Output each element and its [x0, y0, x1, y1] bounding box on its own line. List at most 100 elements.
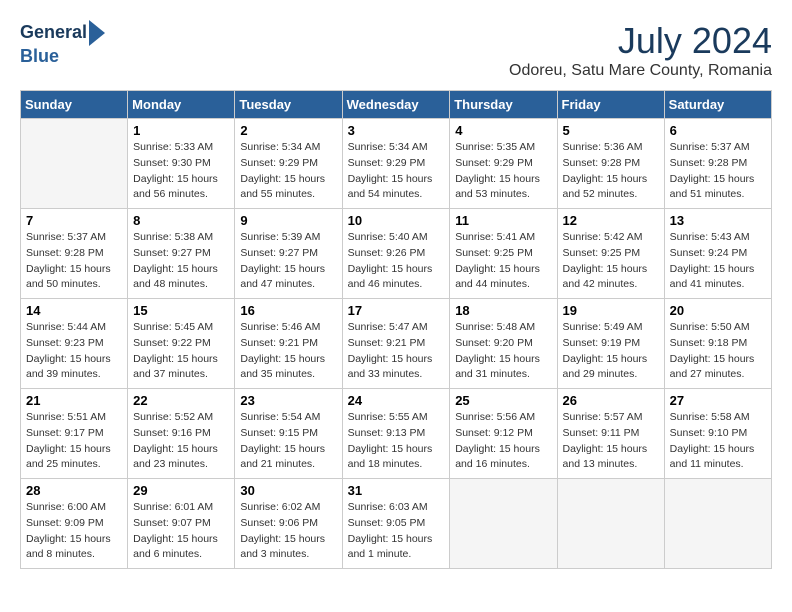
logo: General Blue — [20, 20, 111, 67]
calendar-cell: 8 Sunrise: 5:38 AM Sunset: 9:27 PM Daylig… — [128, 209, 235, 299]
day-info: Sunrise: 5:49 AM Sunset: 9:19 PM Dayligh… — [563, 320, 659, 383]
day-info: Sunrise: 5:35 AM Sunset: 9:29 PM Dayligh… — [455, 140, 551, 203]
calendar-cell: 22 Sunrise: 5:52 AM Sunset: 9:16 PM Dayli… — [128, 389, 235, 479]
calendar-cell: 25Sunrise: 5:56 AM Sunset: 9:12 PM Dayli… — [450, 389, 557, 479]
logo-line2: Blue — [20, 46, 111, 67]
calendar-week-row: 7 Sunrise: 5:37 AM Sunset: 9:28 PM Daylig… — [21, 209, 772, 299]
calendar-col-header: Sunday — [21, 91, 128, 119]
page-header: General Blue July 2024 Odoreu, Satu Mare… — [20, 20, 772, 80]
day-number: 20 — [670, 303, 766, 318]
calendar-week-row: 14 Sunrise: 5:44 AM Sunset: 9:23 PM Dayli… — [21, 299, 772, 389]
logo-text: General — [20, 20, 111, 46]
day-number: 7 — [26, 213, 122, 228]
calendar-cell: 18 Sunrise: 5:48 AM Sunset: 9:20 PM Dayli… — [450, 299, 557, 389]
calendar-cell: 24 Sunrise: 5:55 AM Sunset: 9:13 PM Dayli… — [342, 389, 450, 479]
location: Odoreu, Satu Mare County, Romania — [509, 62, 772, 80]
calendar-header-row: SundayMondayTuesdayWednesdayThursdayFrid… — [21, 91, 772, 119]
day-info: Sunrise: 5:50 AM Sunset: 9:18 PM Dayligh… — [670, 320, 766, 383]
day-number: 22 — [133, 393, 229, 408]
day-number: 14 — [26, 303, 122, 318]
day-info: Sunrise: 5:40 AM Sunset: 9:26 PM Dayligh… — [348, 230, 445, 293]
day-number: 9 — [240, 213, 336, 228]
day-number: 11 — [455, 213, 551, 228]
day-number: 23 — [240, 393, 336, 408]
calendar-cell: 15Sunrise: 5:45 AM Sunset: 9:22 PM Dayli… — [128, 299, 235, 389]
day-info: Sunrise: 5:44 AM Sunset: 9:23 PM Dayligh… — [26, 320, 122, 383]
calendar-col-header: Wednesday — [342, 91, 450, 119]
calendar-table: SundayMondayTuesdayWednesdayThursdayFrid… — [20, 90, 772, 569]
day-number: 2 — [240, 123, 336, 138]
calendar-week-row: 1 Sunrise: 5:33 AM Sunset: 9:30 PM Daylig… — [21, 119, 772, 209]
calendar-col-header: Friday — [557, 91, 664, 119]
day-number: 8 — [133, 213, 229, 228]
calendar-cell: 16 Sunrise: 5:46 AM Sunset: 9:21 PM Dayli… — [235, 299, 342, 389]
calendar-col-header: Thursday — [450, 91, 557, 119]
calendar-cell: 20 Sunrise: 5:50 AM Sunset: 9:18 PM Dayli… — [664, 299, 771, 389]
day-info: Sunrise: 6:03 AM Sunset: 9:05 PM Dayligh… — [348, 500, 445, 563]
day-number: 12 — [563, 213, 659, 228]
day-info: Sunrise: 6:01 AM Sunset: 9:07 PM Dayligh… — [133, 500, 229, 563]
calendar-cell: 31 Sunrise: 6:03 AM Sunset: 9:05 PM Dayli… — [342, 479, 450, 569]
day-info: Sunrise: 5:47 AM Sunset: 9:21 PM Dayligh… — [348, 320, 445, 383]
calendar-cell: 23 Sunrise: 5:54 AM Sunset: 9:15 PM Dayli… — [235, 389, 342, 479]
day-info: Sunrise: 5:43 AM Sunset: 9:24 PM Dayligh… — [670, 230, 766, 293]
day-info: Sunrise: 5:48 AM Sunset: 9:20 PM Dayligh… — [455, 320, 551, 383]
day-info: Sunrise: 5:46 AM Sunset: 9:21 PM Dayligh… — [240, 320, 336, 383]
day-info: Sunrise: 5:58 AM Sunset: 9:10 PM Dayligh… — [670, 410, 766, 473]
calendar-cell: 11 Sunrise: 5:41 AM Sunset: 9:25 PM Dayli… — [450, 209, 557, 299]
calendar-col-header: Monday — [128, 91, 235, 119]
calendar-cell: 7 Sunrise: 5:37 AM Sunset: 9:28 PM Daylig… — [21, 209, 128, 299]
calendar-cell: 21Sunrise: 5:51 AM Sunset: 9:17 PM Dayli… — [21, 389, 128, 479]
day-info: Sunrise: 5:52 AM Sunset: 9:16 PM Dayligh… — [133, 410, 229, 473]
day-info: Sunrise: 5:39 AM Sunset: 9:27 PM Dayligh… — [240, 230, 336, 293]
day-info: Sunrise: 5:33 AM Sunset: 9:30 PM Dayligh… — [133, 140, 229, 203]
day-info: Sunrise: 5:54 AM Sunset: 9:15 PM Dayligh… — [240, 410, 336, 473]
day-number: 24 — [348, 393, 445, 408]
day-info: Sunrise: 5:55 AM Sunset: 9:13 PM Dayligh… — [348, 410, 445, 473]
day-number: 31 — [348, 483, 445, 498]
calendar-cell: 30Sunrise: 6:02 AM Sunset: 9:06 PM Dayli… — [235, 479, 342, 569]
day-info: Sunrise: 5:38 AM Sunset: 9:27 PM Dayligh… — [133, 230, 229, 293]
day-number: 4 — [455, 123, 551, 138]
calendar-cell: 3 Sunrise: 5:34 AM Sunset: 9:29 PM Daylig… — [342, 119, 450, 209]
day-number: 27 — [670, 393, 766, 408]
calendar-cell: 28 Sunrise: 6:00 AM Sunset: 9:09 PM Dayli… — [21, 479, 128, 569]
calendar-cell: 13 Sunrise: 5:43 AM Sunset: 9:24 PM Dayli… — [664, 209, 771, 299]
calendar-cell — [664, 479, 771, 569]
day-info: Sunrise: 6:00 AM Sunset: 9:09 PM Dayligh… — [26, 500, 122, 563]
calendar-week-row: 21Sunrise: 5:51 AM Sunset: 9:17 PM Dayli… — [21, 389, 772, 479]
calendar-cell: 17 Sunrise: 5:47 AM Sunset: 9:21 PM Dayli… — [342, 299, 450, 389]
day-number: 3 — [348, 123, 445, 138]
day-number: 29 — [133, 483, 229, 498]
day-number: 1 — [133, 123, 229, 138]
day-info: Sunrise: 5:37 AM Sunset: 9:28 PM Dayligh… — [26, 230, 122, 293]
day-number: 6 — [670, 123, 766, 138]
day-number: 28 — [26, 483, 122, 498]
day-number: 26 — [563, 393, 659, 408]
calendar-cell: 19 Sunrise: 5:49 AM Sunset: 9:19 PM Dayli… — [557, 299, 664, 389]
day-info: Sunrise: 5:34 AM Sunset: 9:29 PM Dayligh… — [348, 140, 445, 203]
day-number: 5 — [563, 123, 659, 138]
title-block: July 2024 Odoreu, Satu Mare County, Roma… — [509, 20, 772, 80]
day-number: 10 — [348, 213, 445, 228]
day-number: 16 — [240, 303, 336, 318]
day-number: 17 — [348, 303, 445, 318]
day-info: Sunrise: 5:34 AM Sunset: 9:29 PM Dayligh… — [240, 140, 336, 203]
day-number: 18 — [455, 303, 551, 318]
calendar-cell — [21, 119, 128, 209]
calendar-cell: 5 Sunrise: 5:36 AM Sunset: 9:28 PM Daylig… — [557, 119, 664, 209]
day-info: Sunrise: 5:36 AM Sunset: 9:28 PM Dayligh… — [563, 140, 659, 203]
calendar-col-header: Tuesday — [235, 91, 342, 119]
calendar-cell: 14 Sunrise: 5:44 AM Sunset: 9:23 PM Dayli… — [21, 299, 128, 389]
day-number: 30 — [240, 483, 336, 498]
calendar-cell: 26Sunrise: 5:57 AM Sunset: 9:11 PM Dayli… — [557, 389, 664, 479]
calendar-cell: 12 Sunrise: 5:42 AM Sunset: 9:25 PM Dayli… — [557, 209, 664, 299]
day-number: 19 — [563, 303, 659, 318]
day-info: Sunrise: 5:42 AM Sunset: 9:25 PM Dayligh… — [563, 230, 659, 293]
calendar-cell: 2 Sunrise: 5:34 AM Sunset: 9:29 PM Daylig… — [235, 119, 342, 209]
calendar-cell: 29 Sunrise: 6:01 AM Sunset: 9:07 PM Dayli… — [128, 479, 235, 569]
day-info: Sunrise: 5:41 AM Sunset: 9:25 PM Dayligh… — [455, 230, 551, 293]
calendar-cell: 27 Sunrise: 5:58 AM Sunset: 9:10 PM Dayli… — [664, 389, 771, 479]
day-number: 13 — [670, 213, 766, 228]
calendar-cell — [557, 479, 664, 569]
